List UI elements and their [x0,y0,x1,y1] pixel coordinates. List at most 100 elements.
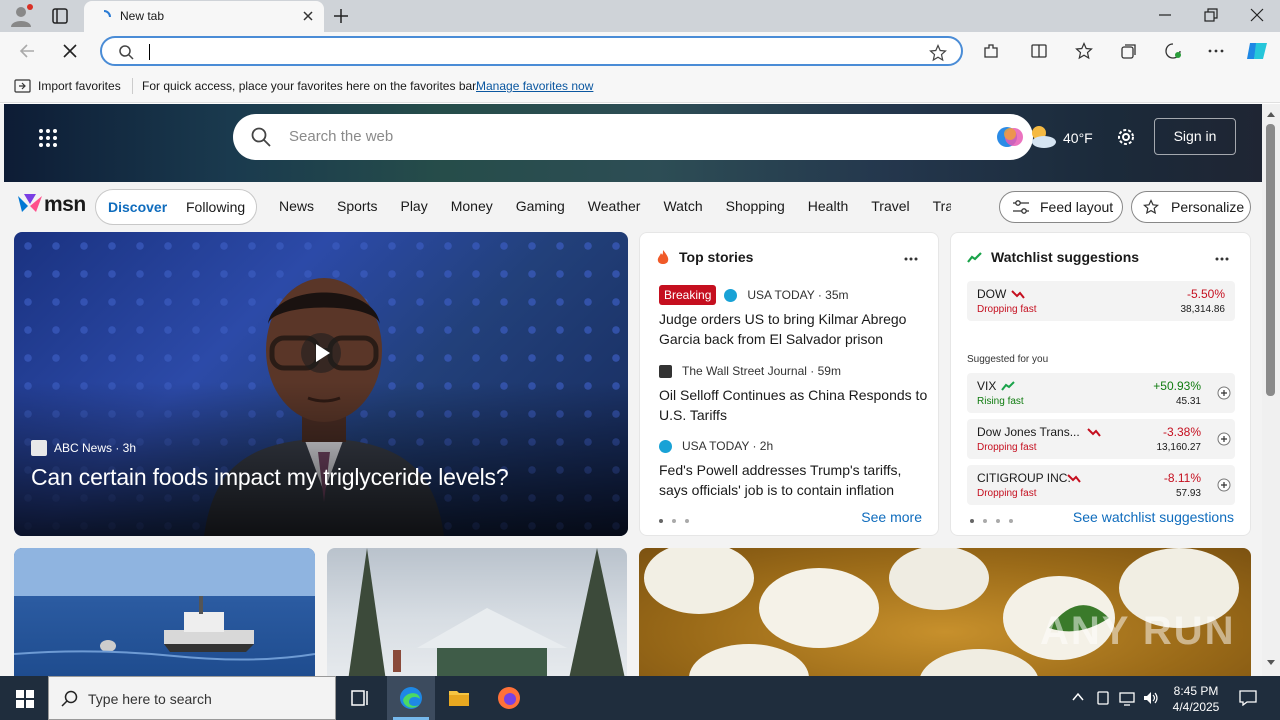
add-to-watchlist-icon[interactable] [1217,478,1231,492]
scroll-down-icon[interactable] [1266,659,1276,667]
scroll-up-icon[interactable] [1266,110,1276,118]
category-shopping[interactable]: Shopping [726,198,785,214]
category-watch[interactable]: Watch [663,198,702,214]
category-news[interactable]: News [279,198,314,214]
window-close-icon[interactable] [1250,8,1264,22]
web-search-box[interactable] [233,114,1033,160]
collections-icon[interactable] [1120,42,1138,60]
stock-trend: Dropping fast [977,442,1037,453]
gear-icon[interactable] [1115,126,1137,148]
category-play[interactable]: Play [400,198,427,214]
tab-following[interactable]: Following [186,199,245,215]
address-bar[interactable] [100,36,963,66]
close-icon[interactable] [302,10,314,22]
more-options-icon[interactable] [904,257,918,261]
carousel-dot[interactable] [659,519,663,523]
featured-story-title[interactable]: Can certain foods impact my triglyceride… [31,464,509,491]
taskbar-edge-button[interactable] [387,676,435,720]
taskbar-search-box[interactable]: Type here to search [48,676,336,720]
windows-start-icon[interactable] [16,690,34,708]
taskbar-clock[interactable]: 8:45 PM 4/4/2025 [1166,683,1226,715]
ship-at-sea-image-card[interactable] [14,548,315,676]
story-item[interactable]: USA TODAY · 2h Fed's Powell addresses Tr… [659,436,929,500]
split-screen-icon[interactable] [1030,42,1048,60]
stock-trend: Dropping fast [977,304,1037,315]
trend-down-icon [1087,428,1101,437]
carousel-dot[interactable] [983,519,987,523]
plus-icon[interactable] [332,7,350,25]
tab-discover[interactable]: Discover [108,199,167,215]
more-options-icon[interactable] [1215,257,1229,261]
extensions-icon[interactable] [982,42,1000,60]
category-weather[interactable]: Weather [588,198,641,214]
see-watchlist-suggestions-link[interactable]: See watchlist suggestions [1073,509,1234,525]
stock-row[interactable]: CITIGROUP INC. Dropping fast -8.11% 57.9… [967,465,1235,505]
app-launcher-icon[interactable] [38,128,58,148]
back-arrow-icon[interactable] [18,42,36,60]
category-gaming[interactable]: Gaming [516,198,565,214]
copilot-icon[interactable] [1245,40,1269,62]
add-to-watchlist-icon[interactable] [1217,432,1231,446]
story-item[interactable]: Breaking USA TODAY · 35m Judge orders US… [659,285,929,349]
category-travel[interactable]: Travel [871,198,909,214]
stop-loading-icon[interactable] [62,43,78,59]
weather-widget[interactable]: 40°F [1026,124,1106,152]
personalize-label: Personalize [1171,199,1245,215]
carousel-dot[interactable] [970,519,974,523]
sign-in-button[interactable]: Sign in [1154,118,1236,155]
taskbar-file-explorer-button[interactable] [435,676,483,720]
snowy-cabin-image-card[interactable] [327,548,627,676]
featured-story-card[interactable]: ABC News · 3h Can certain foods impact m… [14,232,628,536]
play-icon[interactable] [300,332,342,374]
see-more-link[interactable]: See more [861,509,922,525]
stock-name: Dow Jones Trans... [977,425,1080,439]
category-money[interactable]: Money [451,198,493,214]
volume-icon[interactable] [1143,690,1159,706]
feed-navigation: msn Discover Following News Sports Play Mon… [0,182,1262,230]
tab-new-tab[interactable]: New tab [84,1,324,32]
add-to-watchlist-icon[interactable] [1217,386,1231,400]
stock-row[interactable]: DOW Dropping fast -5.50% 38,314.86 [967,281,1235,321]
story-headline[interactable]: Fed's Powell addresses Trump's tariffs, … [659,460,929,500]
category-sports[interactable]: Sports [337,198,377,214]
browser-essentials-icon[interactable] [1164,42,1182,60]
task-view-button[interactable] [336,676,384,720]
notification-icon[interactable] [1239,690,1257,706]
personalize-button[interactable]: Personalize [1131,191,1251,223]
suggested-label: Suggested for you [967,354,1049,365]
stock-price: 45.31 [1175,396,1201,407]
favorite-star-icon[interactable] [929,44,947,62]
minimize-icon[interactable] [1158,8,1172,22]
scrollbar-thumb[interactable] [1266,124,1275,396]
carousel-dot[interactable] [685,519,689,523]
taskbar-firefox-button[interactable] [485,676,533,720]
favorites-icon[interactable] [1075,42,1093,60]
story-item[interactable]: The Wall Street Journal · 59m Oil Sellof… [659,361,929,425]
import-favorites-button[interactable]: Import favorites [38,79,121,93]
carousel-dot[interactable] [996,519,1000,523]
restore-icon[interactable] [1204,8,1218,22]
carousel-dot[interactable] [1009,519,1013,523]
network-icon[interactable] [1119,690,1135,706]
chevron-up-icon[interactable] [1071,690,1085,704]
device-icon[interactable] [1096,690,1110,706]
web-search-input[interactable] [289,128,889,145]
stock-row[interactable]: Dow Jones Trans... Dropping fast -3.38% … [967,419,1235,459]
more-options-icon[interactable] [1207,42,1225,60]
story-headline[interactable]: Oil Selloff Continues as China Responds … [659,385,929,425]
stock-row[interactable]: VIX Rising fast +50.93% 45.31 [967,373,1235,413]
copilot-search-icon[interactable] [995,122,1025,152]
category-health[interactable]: Health [808,198,848,214]
page-scrollbar[interactable] [1262,104,1280,676]
manage-favorites-link[interactable]: Manage favorites now [476,79,593,93]
stock-trend: Dropping fast [977,488,1037,499]
carousel-dot[interactable] [672,519,676,523]
msn-logo-text[interactable]: msn [44,193,86,217]
feed-layout-button[interactable]: Feed layout [999,191,1123,223]
top-stories-card: Top stories Breaking USA TODAY · 35m Jud… [639,232,939,536]
story-headline[interactable]: Judge orders US to bring Kilmar Abrego G… [659,309,929,349]
search-icon [251,127,271,147]
msn-butterfly-icon[interactable] [16,192,44,216]
category-truncated[interactable]: Trav [933,198,951,214]
tab-actions-button[interactable] [48,6,72,26]
